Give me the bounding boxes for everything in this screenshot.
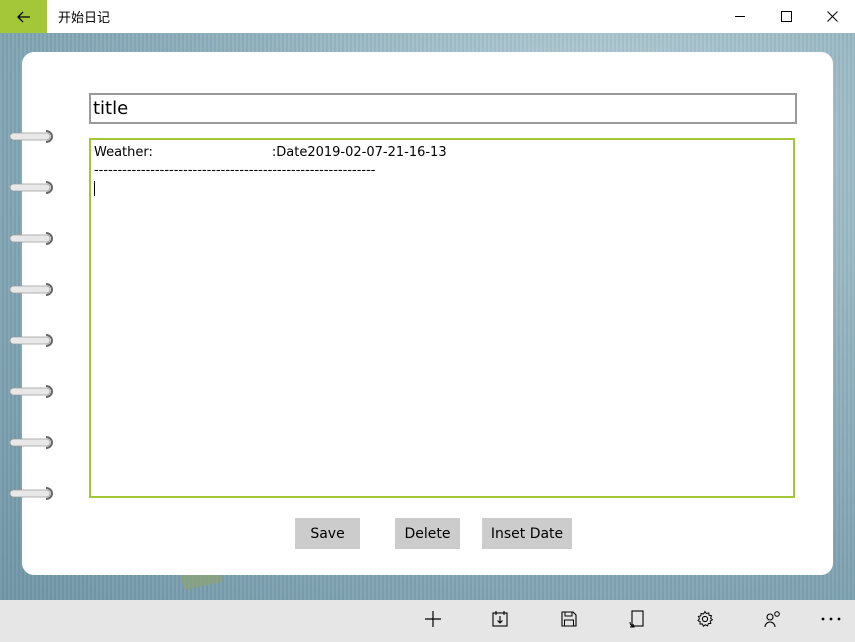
people-icon xyxy=(764,611,780,628)
diary-content-textarea[interactable]: Weather: :Date2019-02-07-21-16-13 -------… xyxy=(89,138,795,498)
ring-icon xyxy=(10,130,53,143)
save-appbar-button[interactable] xyxy=(549,600,589,638)
close-button[interactable] xyxy=(809,0,855,33)
more-icon xyxy=(821,617,841,621)
more-button[interactable] xyxy=(811,600,851,638)
diary-title-input[interactable] xyxy=(89,93,797,124)
ring-icon xyxy=(10,283,53,296)
maximize-icon xyxy=(780,11,792,22)
save-icon xyxy=(561,611,577,627)
delete-button[interactable]: Delete xyxy=(395,518,460,549)
rotate-button[interactable] xyxy=(617,600,657,638)
weather-label: Weather: xyxy=(94,145,153,160)
ring-icon xyxy=(10,232,53,245)
app-bar xyxy=(0,600,855,642)
people-button[interactable] xyxy=(753,600,793,638)
separator-line: ----------------------------------------… xyxy=(94,163,376,178)
add-button[interactable] xyxy=(413,600,453,638)
window-title: 开始日记 xyxy=(58,11,111,26)
save-button[interactable]: Save xyxy=(295,518,360,549)
close-icon xyxy=(826,11,838,22)
back-button[interactable] xyxy=(0,0,47,33)
ring-icon xyxy=(10,181,53,194)
window-controls xyxy=(717,0,855,33)
text-caret xyxy=(94,181,95,196)
title-bar: 开始日记 xyxy=(0,0,855,33)
content-text: Weather: :Date2019-02-07-21-16-13 -------… xyxy=(94,144,447,180)
ring-icon xyxy=(10,487,53,500)
maximize-button[interactable] xyxy=(763,0,809,33)
minimize-button[interactable] xyxy=(717,0,763,33)
ring-icon xyxy=(10,436,53,449)
minimize-icon xyxy=(734,16,745,17)
settings-button[interactable] xyxy=(685,600,725,638)
ring-icon xyxy=(10,385,53,398)
date-text: :Date2019-02-07-21-16-13 xyxy=(271,145,447,160)
insert-date-button[interactable]: Inset Date xyxy=(482,518,572,549)
arrow-left-icon xyxy=(16,11,30,22)
settings-icon xyxy=(697,610,714,627)
add-icon xyxy=(425,611,441,627)
import-button[interactable] xyxy=(480,600,520,638)
ring-icon xyxy=(10,334,53,347)
rotate-page-icon xyxy=(629,610,644,628)
calendar-import-icon xyxy=(492,611,508,627)
